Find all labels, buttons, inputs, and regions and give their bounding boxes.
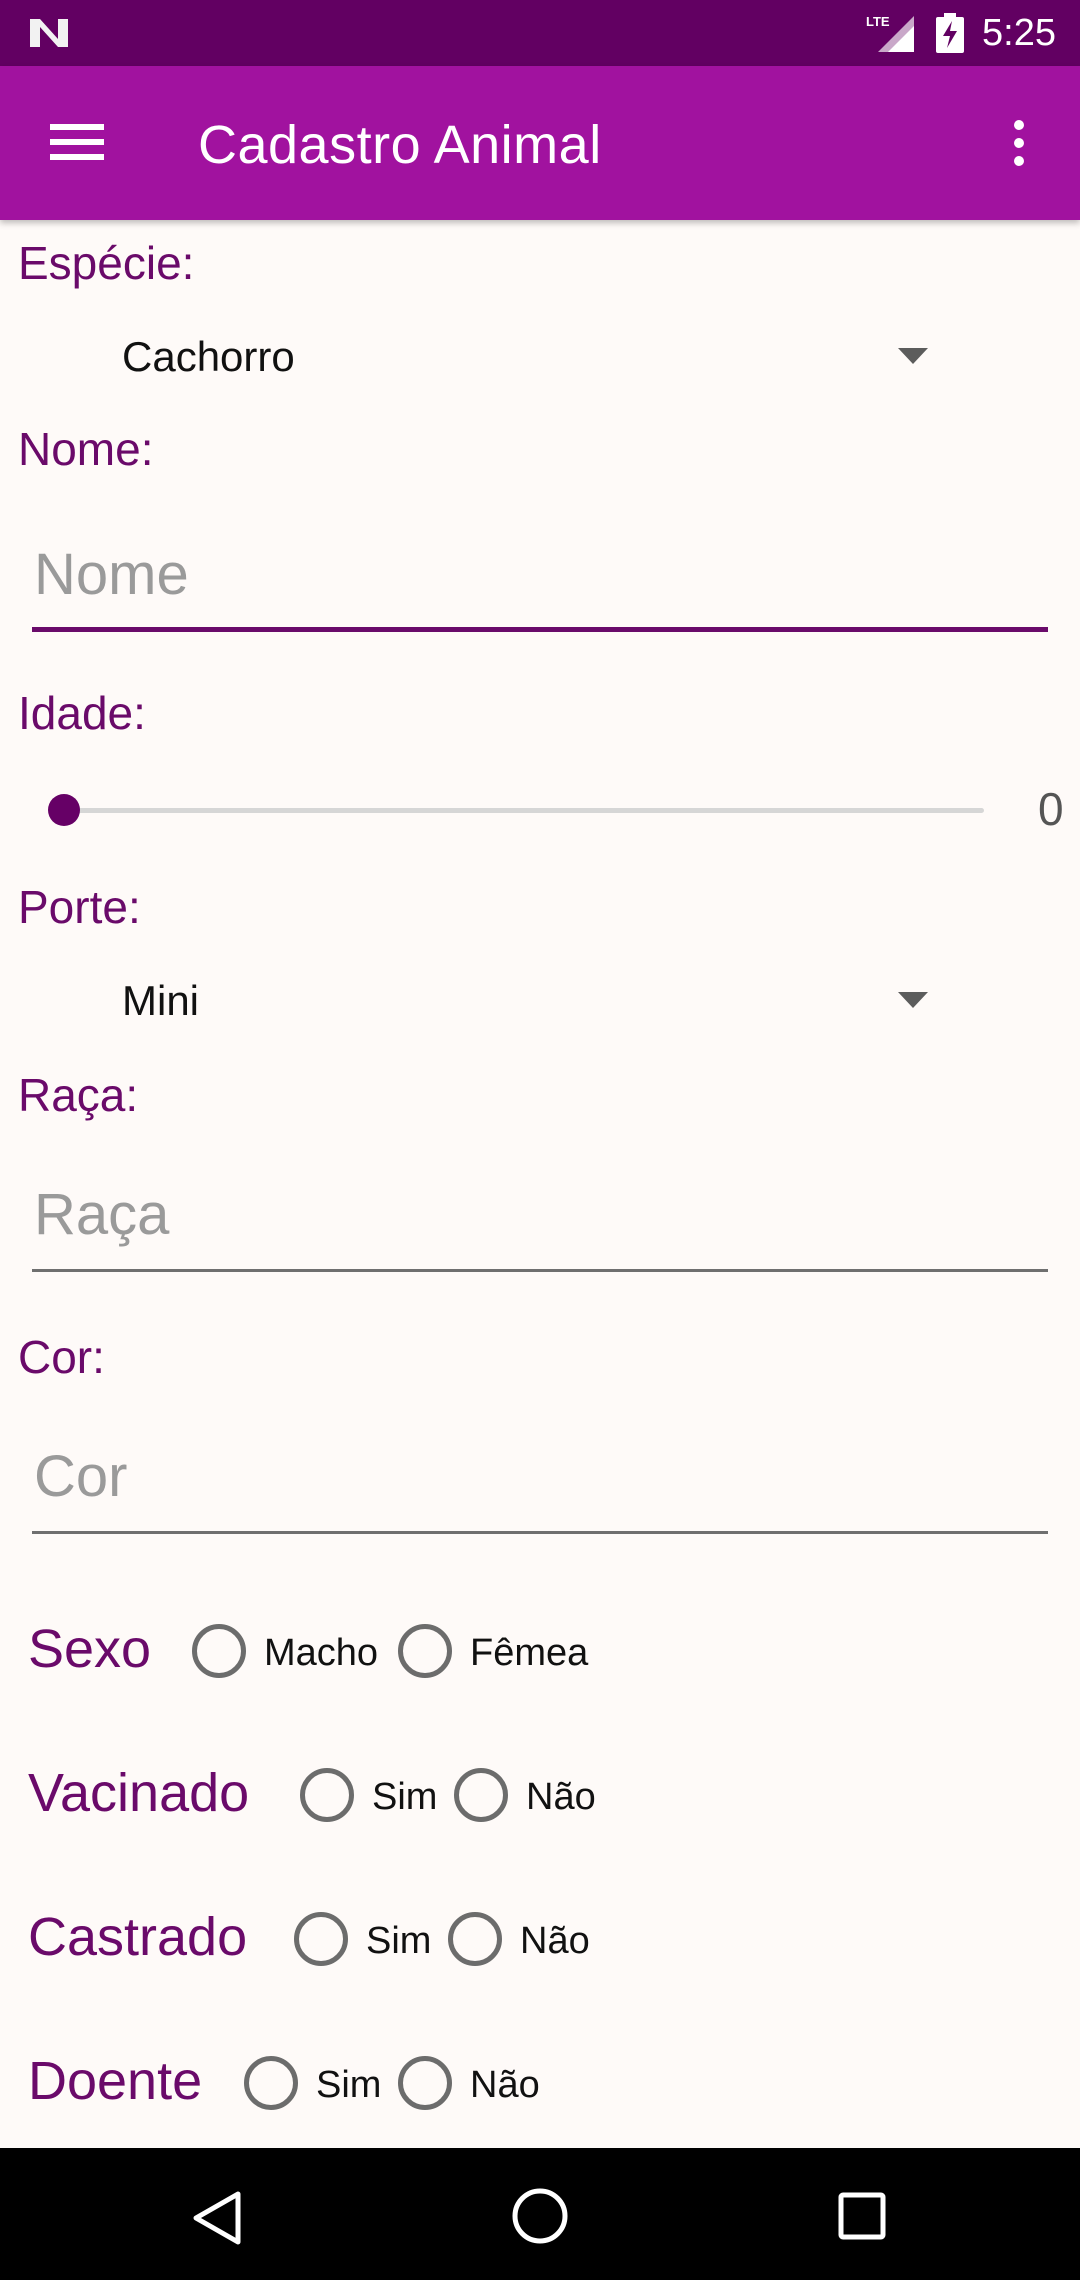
app-bar: Cadastro Animal: [0, 66, 1080, 220]
dropdown-arrow-icon: [898, 992, 928, 1008]
raca-field: [32, 1172, 1048, 1272]
radio-label: Não: [520, 1920, 590, 1962]
radio-circle-icon[interactable]: [398, 1624, 452, 1678]
radio-label: Sim: [372, 1776, 438, 1818]
recents-icon[interactable]: [838, 2192, 886, 2240]
porte-label: Porte:: [18, 881, 141, 933]
lte-signal-icon: LTE: [866, 14, 914, 52]
radio-label: Não: [526, 1776, 596, 1818]
home-icon[interactable]: [510, 2186, 570, 2246]
nome-label: Nome:: [18, 423, 154, 475]
castrado-label: Castrado: [28, 1907, 248, 1967]
especie-label: Espécie:: [18, 237, 195, 289]
raca-input[interactable]: [32, 1172, 1048, 1256]
doente-radio-group: Doente Sim Não: [28, 2042, 1068, 2122]
status-time: 5:25: [982, 12, 1056, 54]
idade-slider[interactable]: 0: [44, 780, 1080, 840]
radio-circle-icon[interactable]: [454, 1768, 508, 1822]
page-title: Cadastro Animal: [198, 115, 602, 175]
vacinado-label: Vacinado: [28, 1763, 250, 1823]
raca-underline: [32, 1269, 1048, 1272]
radio-label: Sim: [366, 1920, 432, 1962]
dropdown-arrow-icon: [898, 348, 928, 364]
radio-label: Não: [470, 2064, 540, 2106]
cor-input[interactable]: [32, 1434, 1048, 1518]
raca-label: Raça:: [18, 1069, 139, 1121]
svg-text:LTE: LTE: [866, 14, 890, 29]
radio-label: Fêmea: [470, 1632, 589, 1674]
sexo-radio-group: Sexo Macho Fêmea: [28, 1610, 1068, 1690]
menu-icon[interactable]: [50, 122, 104, 162]
cor-underline: [32, 1531, 1048, 1534]
porte-selected-value: Mini: [122, 977, 200, 1024]
cor-field: [32, 1434, 1048, 1534]
slider-track[interactable]: [64, 808, 984, 813]
vacinado-radio-group: Vacinado Sim Não: [28, 1754, 1068, 1834]
slider-thumb[interactable]: [48, 794, 80, 826]
idade-label: Idade:: [18, 687, 146, 739]
radio-label: Sim: [316, 2064, 382, 2106]
castrado-radio-group: Castrado Sim Não: [28, 1898, 1068, 1978]
status-bar: LTE 5:25: [0, 0, 1080, 66]
navigation-bar: [0, 2148, 1080, 2280]
nome-underline: [32, 627, 1048, 632]
especie-selected-value: Cachorro: [122, 333, 295, 380]
doente-label: Doente: [28, 2051, 203, 2111]
radio-circle-icon[interactable]: [398, 2056, 452, 2110]
cor-label: Cor:: [18, 1331, 105, 1383]
nome-input[interactable]: [32, 532, 1048, 616]
nome-field: [32, 532, 1048, 632]
radio-circle-icon[interactable]: [448, 1912, 502, 1966]
battery-charging-icon: [936, 13, 964, 53]
idade-value: 0: [1038, 783, 1064, 835]
radio-circle-icon[interactable]: [244, 2056, 298, 2110]
porte-spinner[interactable]: Mini: [18, 956, 938, 1046]
back-icon[interactable]: [190, 2190, 246, 2246]
n-logo-icon: [30, 19, 68, 47]
radio-circle-icon[interactable]: [294, 1912, 348, 1966]
radio-circle-icon[interactable]: [192, 1624, 246, 1678]
especie-spinner[interactable]: Cachorro: [18, 312, 938, 402]
radio-label: Macho: [264, 1632, 379, 1674]
radio-circle-icon[interactable]: [300, 1768, 354, 1822]
sexo-label: Sexo: [28, 1619, 152, 1679]
overflow-menu-icon[interactable]: [1004, 118, 1034, 168]
